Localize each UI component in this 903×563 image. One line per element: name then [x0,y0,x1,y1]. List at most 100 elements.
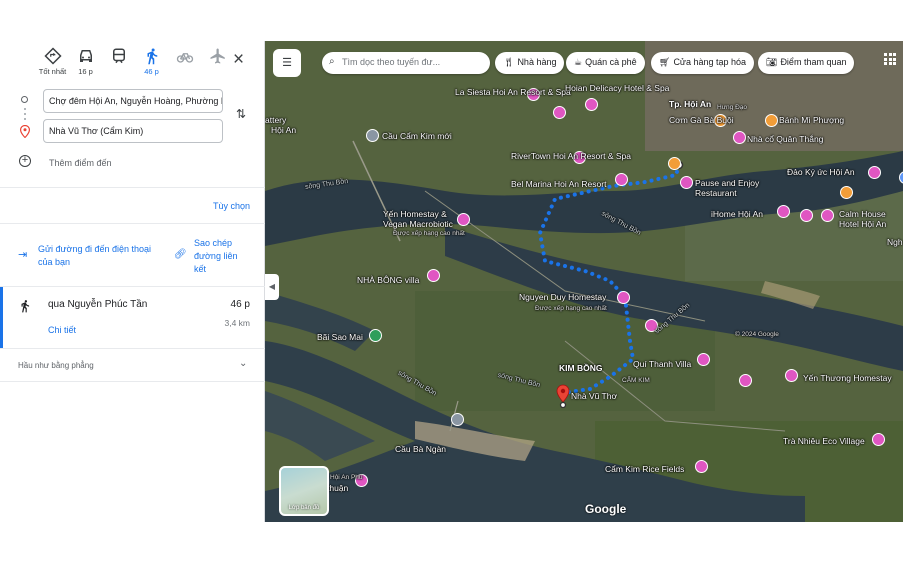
bridge-marker-icon[interactable] [451,413,464,426]
map-label: KIM BỒNG [559,363,603,373]
route-time: 46 p [230,299,250,310]
attraction-marker-icon[interactable] [695,460,708,473]
travel-modes: Tốt nhất 16 p 46 p [36,47,234,83]
chip-restaurants[interactable]: 🍴︎ Nhà hàng [495,52,565,74]
map-label: Calm House Hotel Hội An [839,209,887,229]
mode-transit[interactable] [102,47,135,83]
swap-icon[interactable]: ⇅ [236,107,246,121]
map-label: Nhà Vũ Thơ [571,391,618,401]
hotel-marker-icon[interactable] [872,433,885,446]
add-stop-icon[interactable]: + [19,155,31,167]
layers-label: Lớp bản đồ [288,505,320,511]
mode-walk[interactable]: 46 p [135,47,168,83]
destination-input[interactable]: Nhà Vũ Thơ (Cẩm Kim) [43,119,223,143]
chip-cafes[interactable]: ☕︎ Quán cà phê [566,52,645,74]
walk-icon [147,48,157,65]
chip-grocery[interactable]: 🛒︎ Cửa hàng tạp hóa [651,52,755,74]
map-label: Cầu Cẩm Kim mới [382,131,452,141]
hotel-marker-icon[interactable] [427,269,440,282]
options-link[interactable]: Tùy chọn [213,201,250,211]
camera-icon: 📷︎ [766,57,778,67]
restaurant-icon: 🍴︎ [503,57,515,67]
map-label: Hội An [271,125,297,135]
directions-panel: Tốt nhất 16 p 46 p × Chợ đêm Hội An, Ngu… [0,41,265,522]
map-label: Yến Homestay & Vegan Macrobiotic [383,209,453,229]
map-label: RiverTown Hoi An Resort & Spa [511,151,631,161]
mode-bike[interactable] [168,47,201,83]
diamond-route-icon [43,47,62,65]
map-label: Nguyen Duy Homestay [519,292,607,302]
mode-label: 16 p [78,67,93,76]
hotel-marker-icon[interactable] [553,106,566,119]
send-to-phone-icon[interactable]: ⇥ [18,248,27,261]
map-label: Được xếp hạng cao nhất [393,230,465,237]
mode-best[interactable]: Tốt nhất [36,47,69,83]
hotel-marker-icon[interactable] [585,98,598,111]
copy-link-button[interactable]: Sao chép đường liên kết [194,237,249,276]
hotel-marker-icon[interactable] [680,176,693,189]
map-label: Nhà cổ Quân Thắng [747,134,824,144]
mode-car[interactable]: 16 p [69,47,102,83]
hotel-marker-icon[interactable] [821,209,834,222]
send-to-phone-link[interactable]: Gửi đường đi đến điện thoại của bạn [38,243,163,269]
coffee-icon: ☕︎ [574,57,583,67]
map-label: Ngh [887,237,903,247]
restaurant-marker-icon[interactable] [840,186,853,199]
map-label: Cẩm Kim Rice Fields [605,464,685,474]
collapse-panel-button[interactable]: ◀ [265,274,279,300]
route-distance: 3,4 km [224,318,250,328]
map-label: Cầu Bà Ngàn [395,444,447,454]
bar-marker-icon[interactable] [668,157,681,170]
copyright: © 2024 Google [735,331,779,338]
park-marker-icon[interactable] [369,329,382,342]
layers-button[interactable]: Lớp bản đồ [279,466,329,516]
divider [0,381,265,382]
origin-input[interactable]: Chợ đêm Hội An, Nguyễn Hoàng, Phường Min [43,89,223,113]
map-view[interactable]: ◀ ☰ ⌕ Tìm dọc theo tuyến đư... 🍴︎ Nhà hàn… [265,41,903,522]
link-icon[interactable]: 🔗︎ [174,249,187,260]
chip-label: Quán cà phê [585,57,637,67]
map-label: Trà Nhiêu Eco Village [783,436,865,446]
hotel-marker-icon[interactable] [617,291,630,304]
mode-flight[interactable] [201,47,234,83]
mode-label: Tốt nhất [38,67,67,76]
route-search-input[interactable]: ⌕ Tìm dọc theo tuyến đư... [322,52,490,74]
google-logo: Google [585,502,627,516]
route-option[interactable]: qua Nguyễn Phúc Tần 46 p 3,4 km Chi tiết [0,287,265,349]
map-label: Bel Marina Hoi An Resort [511,179,607,189]
hotel-marker-icon[interactable] [739,374,752,387]
map-label: Hoian Delicacy Hotel & Spa [565,83,670,93]
hotel-marker-icon[interactable] [800,209,813,222]
chip-label: Cửa hàng tạp hóa [673,57,747,67]
route-via: qua Nguyễn Phúc Tần [48,299,148,310]
hotel-marker-icon[interactable] [733,131,746,144]
map-label: Yến Thương Homestay [803,373,892,383]
restaurant-marker-icon[interactable] [765,114,778,127]
airplane-icon [210,48,225,64]
chevron-down-icon[interactable]: ⌄ [239,358,247,369]
chip-label: Điểm tham quan [780,57,847,67]
divider [0,223,265,224]
bicycle-icon [176,53,193,63]
terrain-note: Hầu như bằng phẳng [18,361,94,370]
hotel-marker-icon[interactable] [697,353,710,366]
chip-attractions[interactable]: 📷︎ Điểm tham quan [758,52,855,74]
search-placeholder: Tìm dọc theo tuyến đư... [342,57,441,67]
destination-pin-icon[interactable] [556,384,570,408]
hotel-marker-icon[interactable] [615,173,628,186]
hotel-marker-icon[interactable] [785,369,798,382]
bridge-marker-icon[interactable] [366,129,379,142]
divider [0,348,265,349]
menu-button[interactable]: ☰ [273,49,301,77]
attraction-marker-icon[interactable] [868,166,881,179]
map-label: attery [265,115,287,125]
map-label: La Siesta Hoi An Resort & Spa [455,87,571,97]
hotel-marker-icon[interactable] [777,205,790,218]
close-icon[interactable]: × [233,50,244,69]
route-details-link[interactable]: Chi tiết [48,325,76,335]
apps-grid-icon[interactable] [884,53,898,67]
cart-icon: 🛒︎ [659,57,671,67]
add-stop-label[interactable]: Thêm điểm đến [49,158,112,168]
map-label: thuận [327,483,349,493]
map-label: Bãi Sao Mai [317,332,363,342]
